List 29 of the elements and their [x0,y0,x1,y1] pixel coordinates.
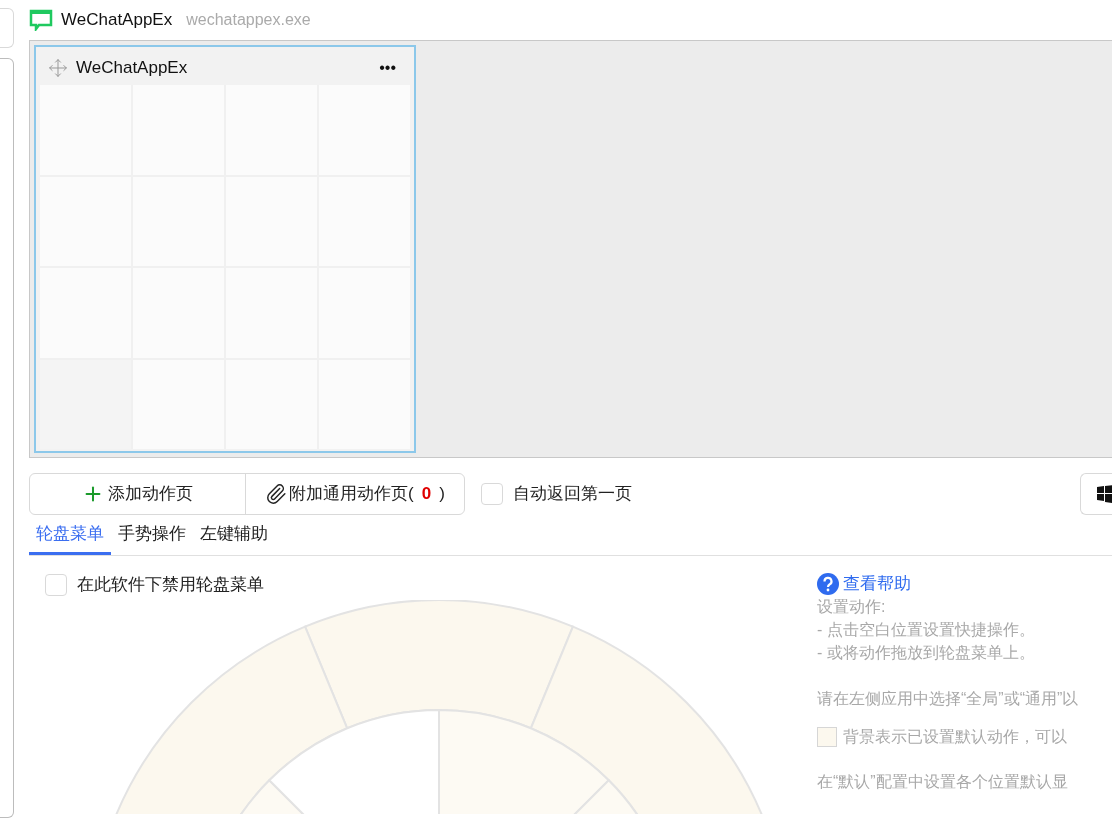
action-page-card[interactable]: WeChatAppEx ••• [34,45,416,453]
app-name: WeChatAppEx [61,9,173,32]
windows-button[interactable] [1080,473,1112,515]
disable-wheel-label: 在此软件下禁用轮盘菜单 [77,574,264,596]
paperclip-icon [265,483,288,505]
tab[interactable]: 手势操作 [111,520,193,555]
chat-bubble-icon [29,9,53,31]
help-text: 设置动作: [817,597,887,617]
auto-return-label: 自动返回第一页 [513,483,632,506]
help-link[interactable]: 查看帮助 [817,572,1079,595]
help-text: 在“默认”配置中设置各个位置默认显 [817,772,1069,792]
process-name: wechatappex.exe [186,10,311,30]
sidebar-panel [0,8,14,48]
tab[interactable]: 左键辅助 [193,520,275,555]
page-title: WeChatAppEx [76,57,189,80]
help-text: - 点击空白位置设置快捷操作。 [817,620,1036,640]
legend-text: 背景表示已设置默认动作，可以 [843,727,1067,747]
more-button[interactable]: ••• [379,56,402,80]
help-icon [817,572,839,595]
windows-icon [1097,485,1112,503]
auto-return-checkbox[interactable] [481,483,503,505]
move-icon[interactable] [48,58,68,78]
help-text: 请在左侧应用中选择“全局”或“通用”以 [817,689,1079,709]
disable-wheel-checkbox[interactable] [45,573,67,596]
help-text: - 或将动作拖放到轮盘菜单上。 [817,643,1036,663]
attach-page-button[interactable]: 附加通用动作页( 0 ) [246,474,464,514]
add-page-button[interactable]: 添加动作页 [30,474,246,514]
tab[interactable]: 轮盘菜单 [29,520,111,555]
legend-swatch [817,726,837,747]
